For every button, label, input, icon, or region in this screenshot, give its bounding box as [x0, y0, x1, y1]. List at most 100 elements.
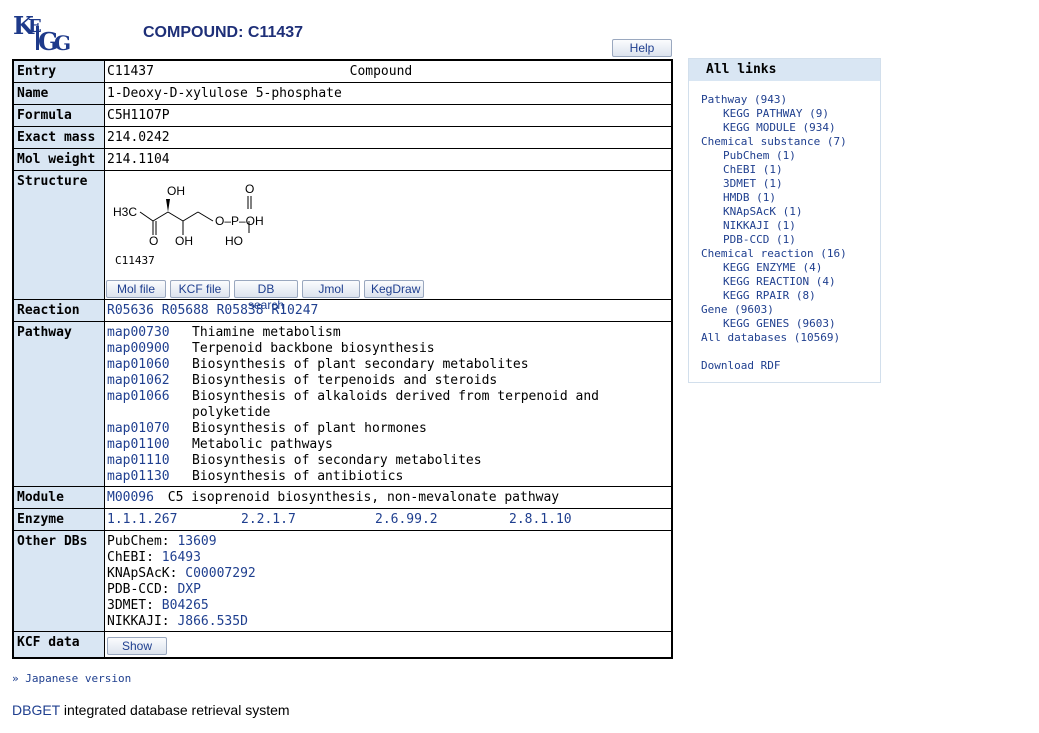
pathway-label: Pathway	[12, 321, 105, 487]
exact-mass-label: Exact mass	[12, 126, 105, 149]
kcf-file-button[interactable]: KCF file	[170, 280, 230, 298]
enzyme-link[interactable]: 2.2.1.7	[241, 512, 375, 528]
atom-o-left: O	[149, 234, 158, 248]
dbget-link[interactable]: DBGET	[12, 702, 60, 718]
enzyme-link[interactable]: 2.6.99.2	[375, 512, 509, 528]
links-sub-item[interactable]: KEGG PATHWAY (9)	[723, 107, 829, 120]
atom-oh-top: OH	[167, 184, 185, 198]
structure-id: C11437	[115, 254, 155, 267]
other-db-item: 3DMET: B04265	[107, 598, 209, 613]
entry-row: Entry C11437 Compound	[12, 59, 673, 83]
other-db-item: PDB-CCD: DXP	[107, 582, 201, 597]
atom-oh-bottom: OH	[175, 234, 193, 248]
entry-id: C11437	[107, 64, 154, 79]
links-sub-item[interactable]: KEGG RPAIR (8)	[723, 289, 816, 302]
mol-weight-value: 214.1104	[104, 148, 673, 171]
other-db-item: ChEBI: 16493	[107, 550, 201, 565]
all-links-panel: All links Pathway (943) KEGG PATHWAY (9)…	[688, 58, 881, 383]
links-group-gene[interactable]: Gene (9603)	[701, 303, 774, 316]
mol-file-button[interactable]: Mol file	[106, 280, 166, 298]
kcf-label: KCF data	[12, 631, 105, 659]
all-links-list: Pathway (943) KEGG PATHWAY (9) KEGG MODU…	[689, 81, 880, 373]
page-title: COMPOUND: C11437	[143, 24, 304, 41]
links-group-pathway[interactable]: Pathway (943)	[701, 93, 787, 106]
kegdraw-button[interactable]: KegDraw	[364, 280, 424, 298]
kcf-row: KCF data Show	[12, 631, 673, 659]
kcf-show-button[interactable]: Show	[107, 637, 167, 655]
pathway-name: Thiamine metabolism	[192, 325, 341, 340]
pathway-name: Biosynthesis of alkaloids derived from t…	[192, 389, 599, 420]
mol-weight-row: Mol weight 214.1104	[12, 148, 673, 171]
links-group-chemical-substance[interactable]: Chemical substance (7)	[701, 135, 847, 148]
links-group-chemical-reaction[interactable]: Chemical reaction (16)	[701, 247, 847, 260]
other-db-link[interactable]: C00007292	[185, 566, 255, 581]
japanese-version-link[interactable]: » Japanese version	[12, 672, 131, 685]
footer: DBGET integrated database retrieval syst…	[12, 702, 290, 718]
jmol-button[interactable]: Jmol	[302, 280, 360, 298]
links-sub-item[interactable]: ChEBI (1)	[723, 163, 783, 176]
enzyme-link[interactable]: 1.1.1.267	[107, 512, 241, 528]
links-sub-item[interactable]: KEGG ENZYME (4)	[723, 261, 822, 274]
pathway-list: map00730 Thiamine metabolism map00900 Terp…	[107, 325, 671, 485]
links-sub-item[interactable]: HMDB (1)	[723, 191, 776, 204]
reaction-label: Reaction	[12, 299, 105, 322]
enzyme-row: Enzyme 1.1.1.267 2.2.1.7 2.6.99.2 2.8.1.10	[12, 508, 673, 531]
pathway-name: Terpenoid backbone biosynthesis	[192, 341, 435, 356]
name-label: Name	[12, 82, 105, 105]
other-db-link[interactable]: 16493	[162, 550, 201, 565]
pathway-link[interactable]: map01100	[107, 437, 192, 453]
pathway-row: Pathway map00730 Thiamine metabolism map0…	[12, 321, 673, 487]
pathway-link[interactable]: map01130	[107, 469, 192, 485]
links-sub-item[interactable]: PubChem (1)	[723, 149, 796, 162]
footer-text: integrated database retrieval system	[59, 702, 290, 718]
links-sub-item[interactable]: KEGG MODULE (934)	[723, 121, 836, 134]
exact-mass-value: 214.0242	[104, 126, 673, 149]
download-rdf-link[interactable]: Download RDF	[701, 359, 780, 372]
db-search-button[interactable]: DB search	[234, 280, 298, 312]
pathway-name: Biosynthesis of plant secondary metaboli…	[192, 357, 529, 372]
pathway-link[interactable]: map01060	[107, 357, 192, 373]
pathway-name: Biosynthesis of terpenoids and steroids	[192, 373, 498, 388]
compound-table: Entry C11437 Compound Name 1-Deoxy-D-xyl…	[12, 59, 673, 659]
links-sub-item[interactable]: 3DMET (1)	[723, 177, 783, 190]
kegg-logo[interactable]: K E G G	[12, 12, 76, 54]
entry-label: Entry	[12, 59, 105, 83]
formula-label: Formula	[12, 104, 105, 127]
other-db-link[interactable]: 13609	[177, 534, 216, 549]
pathway-name: Biosynthesis of antibiotics	[192, 469, 404, 484]
formula-value: C5H11O7P	[104, 104, 673, 127]
structure-label: Structure	[12, 170, 105, 300]
module-link[interactable]: M00096	[107, 490, 154, 505]
links-sub-item[interactable]: PDB-CCD (1)	[723, 233, 796, 246]
structure-row: Structure OH H3C O OH O–P–OH O HO C11437…	[12, 170, 673, 312]
help-button[interactable]: Help	[612, 39, 672, 57]
atom-h3c: H3C	[113, 205, 137, 219]
other-db-link[interactable]: B04265	[162, 598, 209, 613]
links-sub-item[interactable]: KEGG GENES (9603)	[723, 317, 836, 330]
links-sub-item[interactable]: KEGG REACTION (4)	[723, 275, 836, 288]
pathway-link[interactable]: map01062	[107, 373, 192, 389]
enzyme-link[interactable]: 2.8.1.10	[509, 512, 572, 527]
atom-o-top: O	[245, 182, 254, 196]
pathway-link[interactable]: map01070	[107, 421, 192, 437]
pathway-link[interactable]: map00730	[107, 325, 192, 341]
reaction-link[interactable]: R05688	[162, 303, 209, 318]
reaction-link[interactable]: R05636	[107, 303, 154, 318]
pathway-name: Biosynthesis of plant hormones	[192, 421, 427, 436]
structure-image[interactable]: OH H3C O OH O–P–OH O HO	[113, 179, 293, 259]
exact-mass-row: Exact mass 214.0242	[12, 126, 673, 149]
other-db-link[interactable]: J866.535D	[177, 614, 247, 629]
name-value: 1-Deoxy-D-xylulose 5-phosphate	[104, 82, 673, 105]
pathway-link[interactable]: map01066	[107, 389, 192, 421]
links-sub-item[interactable]: KNApSAcK (1)	[723, 205, 802, 218]
links-group-all-databases[interactable]: All databases (10569)	[701, 331, 840, 344]
pathway-link[interactable]: map00900	[107, 341, 192, 357]
module-label: Module	[12, 486, 105, 509]
name-row: Name 1-Deoxy-D-xylulose 5-phosphate	[12, 82, 673, 105]
links-sub-item[interactable]: NIKKAJI (1)	[723, 219, 796, 232]
other-db-link[interactable]: DXP	[177, 582, 200, 597]
structure-toolbar: Mol file KCF file DB search Jmol KegDraw	[106, 280, 424, 312]
pathway-link[interactable]: map01110	[107, 453, 192, 469]
all-links-header: All links	[689, 59, 880, 81]
other-db-item: KNApSAcK: C00007292	[107, 566, 256, 581]
